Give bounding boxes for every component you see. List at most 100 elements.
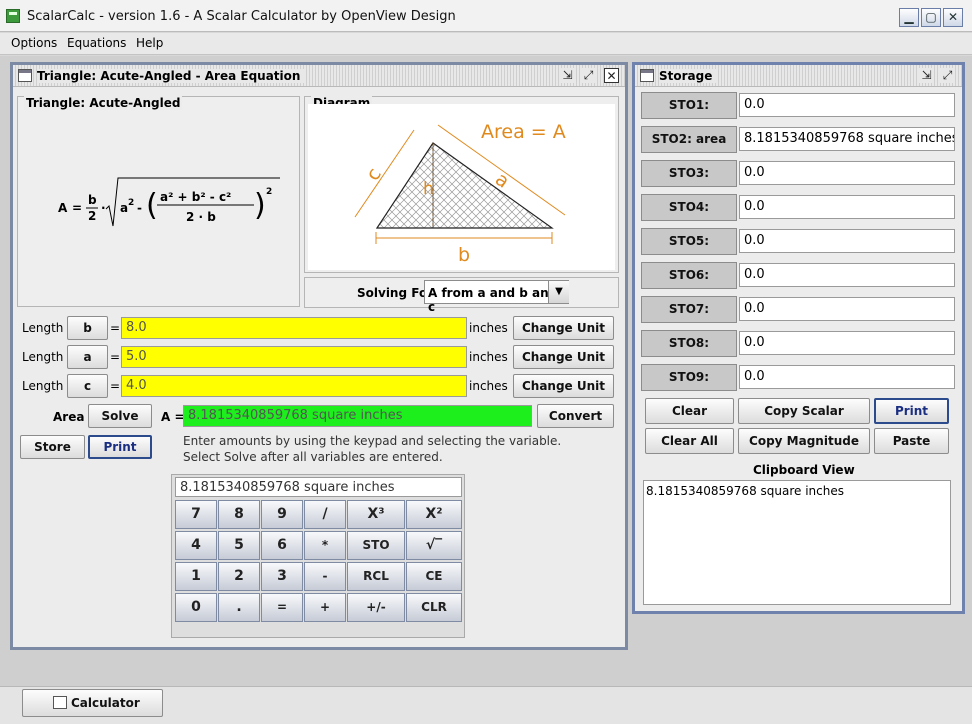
- sto8-field[interactable]: 0.0: [739, 331, 955, 355]
- key-cube[interactable]: X³: [347, 500, 405, 529]
- sto5-button[interactable]: STO5:: [641, 228, 737, 255]
- key-negate[interactable]: +/-: [347, 593, 405, 622]
- change-unit-b-button[interactable]: Change Unit: [513, 316, 614, 340]
- clipboard-text: 8.1815340859768 square inches: [646, 484, 844, 498]
- key-1[interactable]: 1: [175, 562, 217, 591]
- formula-2: 2: [88, 209, 96, 223]
- variable-c-button[interactable]: c: [67, 374, 108, 398]
- variable-a-button[interactable]: a: [67, 345, 108, 369]
- storage-print-button[interactable]: Print: [874, 398, 949, 424]
- equation-panel-title: Triangle: Acute-Angled: [24, 96, 183, 110]
- sto7-button[interactable]: STO7:: [641, 296, 737, 323]
- formula-dot: ·: [101, 201, 106, 215]
- key-clr[interactable]: CLR: [406, 593, 462, 622]
- clear-all-button[interactable]: Clear All: [645, 428, 734, 454]
- store-button[interactable]: Store: [20, 435, 85, 459]
- copy-scalar-button[interactable]: Copy Scalar: [738, 398, 870, 424]
- close-frame-icon[interactable]: ✕: [604, 68, 619, 83]
- keypad-display[interactable]: 8.1815340859768 square inches: [175, 477, 462, 497]
- menu-options[interactable]: Options: [11, 36, 57, 50]
- solving-for-value: A from a and b and c: [428, 286, 558, 314]
- minimize-button[interactable]: ▁: [899, 8, 919, 27]
- key-divide[interactable]: /: [304, 500, 346, 529]
- menu-help[interactable]: Help: [136, 36, 163, 50]
- sto3-button[interactable]: STO3:: [641, 160, 737, 187]
- length-b-field[interactable]: 8.0: [121, 317, 467, 339]
- sto2-button[interactable]: STO2: area: [641, 126, 737, 153]
- maximize-frame-icon[interactable]: ⤢: [940, 68, 955, 83]
- key-ce[interactable]: CE: [406, 562, 462, 591]
- chevron-down-icon[interactable]: ▼: [548, 281, 569, 303]
- key-minus[interactable]: -: [304, 562, 346, 591]
- key-sto[interactable]: STO: [347, 531, 405, 560]
- calculator-frame-title: Triangle: Acute-Angled - Area Equation: [37, 69, 307, 83]
- key-2[interactable]: 2: [218, 562, 260, 591]
- key-equals[interactable]: =: [261, 593, 303, 622]
- sto8-button[interactable]: STO8:: [641, 330, 737, 357]
- key-5[interactable]: 5: [218, 531, 260, 560]
- sto1-button[interactable]: STO1:: [641, 92, 737, 119]
- sto5-field[interactable]: 0.0: [739, 229, 955, 253]
- diagram-c-label: c: [362, 164, 386, 185]
- iconify-icon[interactable]: ⇲: [919, 68, 934, 83]
- key-rcl[interactable]: RCL: [347, 562, 405, 591]
- maximize-frame-icon[interactable]: ⤢: [581, 68, 596, 83]
- close-button[interactable]: ✕: [943, 8, 963, 27]
- maximize-button[interactable]: ▢: [921, 8, 941, 27]
- change-unit-a-button[interactable]: Change Unit: [513, 345, 614, 369]
- sto9-field[interactable]: 0.0: [739, 365, 955, 389]
- sto1-field[interactable]: 0.0: [739, 93, 955, 117]
- solving-for-select[interactable]: A from a and b and c ▼: [424, 280, 569, 314]
- calculator-task-button[interactable]: Calculator: [22, 689, 163, 717]
- formula-a: a: [120, 201, 128, 215]
- sto4-button[interactable]: STO4:: [641, 194, 737, 221]
- length-c-field[interactable]: 4.0: [121, 375, 467, 397]
- paste-button[interactable]: Paste: [874, 428, 949, 454]
- menu-equations[interactable]: Equations: [67, 36, 126, 50]
- variable-b-button[interactable]: b: [67, 316, 108, 340]
- change-unit-c-button[interactable]: Change Unit: [513, 374, 614, 398]
- sto3-field[interactable]: 0.0: [739, 161, 955, 185]
- key-0[interactable]: 0: [175, 593, 217, 622]
- key-multiply[interactable]: *: [304, 531, 346, 560]
- key-9[interactable]: 9: [261, 500, 303, 529]
- calculator-frame-title-bar[interactable]: Triangle: Acute-Angled - Area Equation ⇲…: [13, 65, 625, 87]
- sto9-button[interactable]: STO9:: [641, 364, 737, 391]
- sto6-button[interactable]: STO6:: [641, 262, 737, 289]
- sto7-field[interactable]: 0.0: [739, 297, 955, 321]
- length-a-field[interactable]: 5.0: [121, 346, 467, 368]
- result-field[interactable]: 8.1815340859768 square inches: [183, 405, 532, 427]
- iconify-icon[interactable]: ⇲: [560, 68, 575, 83]
- frame-icon: [18, 69, 32, 82]
- key-7[interactable]: 7: [175, 500, 217, 529]
- solve-button[interactable]: Solve: [88, 404, 152, 428]
- clipboard-view[interactable]: 8.1815340859768 square inches: [643, 480, 951, 605]
- row-a-eq: =: [110, 350, 121, 364]
- svg-text:2: 2: [128, 198, 134, 208]
- storage-frame-title: Storage: [659, 69, 719, 83]
- row-b-label: Length: [22, 321, 64, 335]
- convert-button[interactable]: Convert: [537, 404, 614, 428]
- copy-magnitude-button[interactable]: Copy Magnitude: [738, 428, 870, 454]
- clear-button[interactable]: Clear: [645, 398, 734, 424]
- print-button[interactable]: Print: [88, 435, 152, 459]
- key-decimal[interactable]: .: [218, 593, 260, 622]
- row-c-label: Length: [22, 379, 64, 393]
- storage-frame-title-bar[interactable]: Storage ⇲ ⤢: [635, 65, 962, 87]
- sto2-field[interactable]: 8.1815340859768 square inches: [739, 127, 955, 151]
- calculator-task-label: Calculator: [71, 696, 140, 710]
- key-sqrt[interactable]: √‾: [406, 531, 462, 560]
- sto6-field[interactable]: 0.0: [739, 263, 955, 287]
- key-3[interactable]: 3: [261, 562, 303, 591]
- formula-minus: -: [137, 201, 142, 215]
- key-4[interactable]: 4: [175, 531, 217, 560]
- key-square[interactable]: X²: [406, 500, 462, 529]
- key-plus[interactable]: +: [304, 593, 346, 622]
- key-8[interactable]: 8: [218, 500, 260, 529]
- sto4-field[interactable]: 0.0: [739, 195, 955, 219]
- frame-icon: [53, 696, 67, 709]
- triangle-diagram: Area = A a b c h: [354, 121, 566, 266]
- key-6[interactable]: 6: [261, 531, 303, 560]
- row-c-unit: inches: [469, 379, 508, 393]
- clipboard-view-title: Clipboard View: [753, 463, 855, 477]
